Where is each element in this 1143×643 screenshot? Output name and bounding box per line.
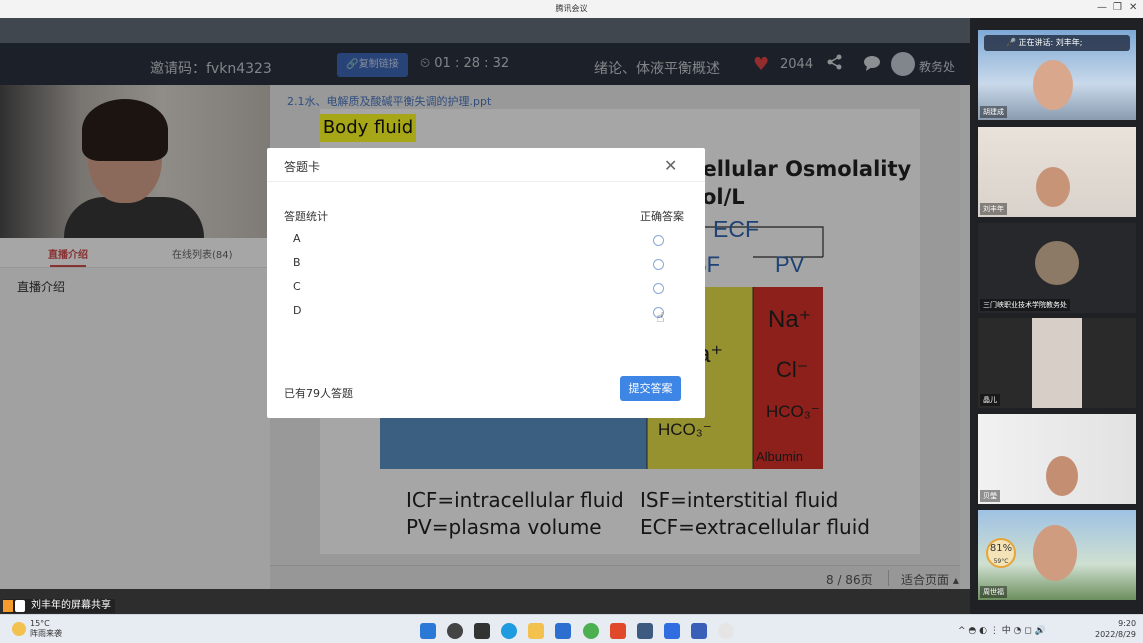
hand-cursor-icon: ☝ bbox=[656, 310, 665, 326]
dialog-divider bbox=[267, 181, 705, 182]
speaking-text: 正在讲话: 刘丰年; bbox=[1018, 38, 1083, 47]
app-chrome-icon[interactable] bbox=[718, 622, 735, 639]
participant-name: 三门峡职业技术学院教务处 bbox=[980, 299, 1070, 311]
presenter-icon bbox=[3, 600, 13, 612]
participant-tile-1[interactable]: 🎤 正在讲话: 刘丰年; 胡建成 bbox=[978, 30, 1136, 120]
option-b: B bbox=[293, 256, 301, 269]
option-a: A bbox=[293, 232, 301, 245]
search-icon[interactable] bbox=[447, 622, 464, 639]
answered-count: 已有79人答题 bbox=[284, 387, 353, 400]
close-window-button[interactable]: ✕ bbox=[1129, 2, 1137, 13]
window-title: 腾讯会议 bbox=[555, 4, 588, 13]
toolbar-band bbox=[0, 18, 970, 43]
app-blue-icon[interactable] bbox=[636, 622, 653, 639]
app-l-icon[interactable] bbox=[555, 622, 572, 639]
participant-name: 刘丰年 bbox=[980, 203, 1007, 215]
participant-video bbox=[1032, 318, 1082, 408]
participant-tile-2[interactable]: 刘丰年 bbox=[978, 127, 1136, 217]
edge-icon[interactable] bbox=[501, 622, 518, 639]
weather-widget[interactable]: 15°C 阵雨来袭 bbox=[12, 619, 62, 639]
task-view-icon[interactable] bbox=[474, 622, 491, 639]
option-c: C bbox=[293, 280, 301, 293]
participant-name: 胡建成 bbox=[980, 106, 1007, 118]
clock-date: 2022/8/29 bbox=[1095, 630, 1137, 639]
answer-stats-heading: 答题统计 bbox=[284, 210, 328, 223]
participant-tile-5[interactable]: 贝瑩 bbox=[978, 414, 1136, 504]
radio-b[interactable] bbox=[653, 259, 664, 270]
radio-a[interactable] bbox=[653, 235, 664, 246]
participant-tile-6[interactable]: 81% 59°C 周世福 bbox=[978, 510, 1136, 600]
speaking-indicator: 🎤 正在讲话: 刘丰年; bbox=[984, 35, 1130, 51]
participant-face bbox=[1036, 167, 1070, 207]
participant-avatar bbox=[1035, 241, 1079, 285]
badge-percent: 81% bbox=[989, 543, 1013, 554]
participant-name: 周世福 bbox=[980, 586, 1007, 598]
file-explorer-icon[interactable] bbox=[528, 622, 545, 639]
participant-name: 贝瑩 bbox=[980, 490, 1000, 502]
windows-taskbar: 15°C 阵雨来袭 ^ ◓ ◐ ⋮ 中 ◔ ◻ 🔊 9:20 2022/8/29 bbox=[0, 614, 1143, 643]
participant-face bbox=[1033, 525, 1077, 581]
taskbar-apps bbox=[420, 620, 740, 639]
dialog-title: 答题卡 bbox=[284, 160, 321, 174]
clock-time: 9:20 bbox=[1118, 619, 1137, 628]
submit-answer-button[interactable]: 提交答案 bbox=[620, 376, 681, 401]
taskbar-clock[interactable]: 9:20 2022/8/29 bbox=[1095, 618, 1136, 640]
share-status-strip: 刘丰年的屏幕共享 bbox=[0, 589, 970, 614]
restore-button[interactable]: ❐ bbox=[1113, 2, 1122, 13]
radio-c[interactable] bbox=[653, 283, 664, 294]
participant-face bbox=[1033, 60, 1073, 110]
option-d: D bbox=[293, 304, 302, 317]
window-title-bar: 腾讯会议 — ❐ ✕ bbox=[0, 0, 1143, 18]
battery-badge: 81% 59°C bbox=[986, 538, 1016, 568]
weather-temp: 15°C bbox=[30, 619, 50, 628]
minimize-button[interactable]: — bbox=[1097, 2, 1107, 13]
participant-face bbox=[1046, 456, 1078, 496]
participant-name: 晶儿 bbox=[980, 394, 1000, 406]
app-red-icon[interactable] bbox=[609, 622, 626, 639]
app-doc-icon[interactable] bbox=[690, 622, 707, 639]
participant-tile-4[interactable]: 晶儿 bbox=[978, 318, 1136, 408]
dialog-close-button[interactable]: ✕ bbox=[664, 156, 677, 175]
mic-icon: 🎤 bbox=[1006, 38, 1019, 47]
start-icon[interactable] bbox=[420, 622, 436, 639]
correct-answer-heading: 正确答案 bbox=[640, 210, 684, 223]
participant-column: 🎤 正在讲话: 刘丰年; 胡建成 刘丰年 三门峡职业技术学院教务处 晶儿 贝瑩 … bbox=[970, 18, 1143, 614]
participant-tile-3[interactable]: 三门峡职业技术学院教务处 bbox=[978, 223, 1136, 313]
badge-temp: 59°C bbox=[993, 558, 1009, 565]
app-green-icon[interactable] bbox=[582, 622, 599, 639]
system-tray[interactable]: ^ ◓ ◐ ⋮ 中 ◔ ◻ 🔊 bbox=[958, 623, 1046, 636]
mic-icon bbox=[15, 600, 25, 612]
answer-card-dialog: 答题卡 ✕ 答题统计 正确答案 A B C D 已有79人答题 提交答案 bbox=[267, 148, 705, 418]
tencent-meeting-icon[interactable] bbox=[663, 622, 680, 639]
weather-desc: 阵雨来袭 bbox=[30, 629, 62, 638]
